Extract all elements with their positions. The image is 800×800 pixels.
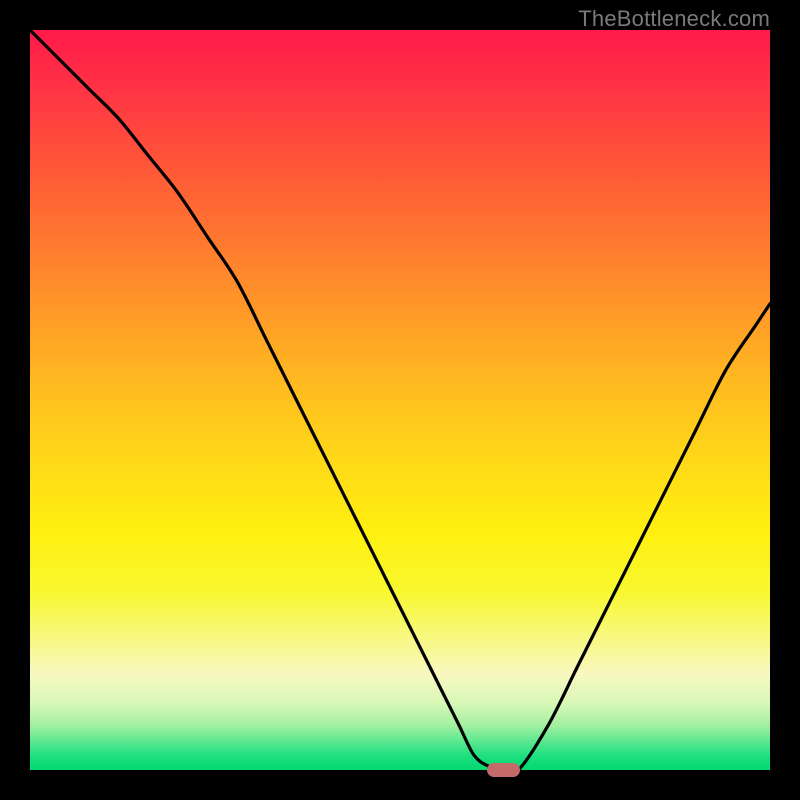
curve-path — [30, 30, 770, 770]
optimal-marker — [487, 763, 520, 776]
plot-area — [30, 30, 770, 770]
chart-frame: TheBottleneck.com — [0, 0, 800, 800]
watermark-text: TheBottleneck.com — [578, 6, 770, 32]
bottleneck-curve — [30, 30, 770, 770]
